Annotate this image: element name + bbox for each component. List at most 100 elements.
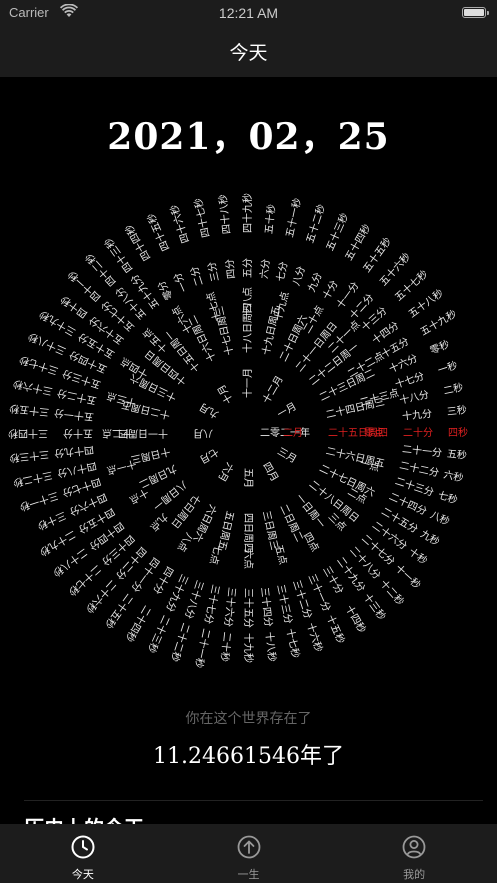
ring-day-label: 九日周二 xyxy=(137,462,178,490)
ring-second-label: 十八秒 xyxy=(263,631,279,662)
ring-minute-label: 二十二分 xyxy=(398,458,440,479)
ring-month-label: 七月 xyxy=(197,445,220,465)
ring-minute-label: 四十五分 xyxy=(76,505,117,536)
ring-second-label: 三十七秒 xyxy=(18,353,60,378)
ring-month-label: 四月 xyxy=(260,460,280,483)
ring-day-label: 十七日周三 xyxy=(212,305,236,357)
ring-minute-label: 九分 xyxy=(306,271,325,294)
ring-minute-label: 四十七分 xyxy=(61,475,103,500)
ring-month-label: 五月 xyxy=(242,468,254,488)
existence-value: 11.24661546年了 xyxy=(0,738,497,770)
ring-month-label: 十一月 xyxy=(241,368,254,398)
ring-hour-label: 十九点 xyxy=(271,290,291,322)
ring-day-label: 二十六日周五 xyxy=(325,444,386,470)
ring-day-label: 二十日周六 xyxy=(276,313,309,364)
ring-second-label: 三十一秒 xyxy=(18,489,60,514)
ring-day-label: 十三日周六 xyxy=(128,371,179,404)
ring-day-label: 七日周日 xyxy=(168,492,202,531)
ring-second-label: 五十三秒 xyxy=(323,211,351,253)
ring-day-label: 四日周四 xyxy=(242,513,254,553)
ring-minute-label: 二十六分 xyxy=(370,518,410,552)
ring-minute-label: 五十八分 xyxy=(112,284,148,322)
ring-month-label: 十二月 xyxy=(259,373,285,405)
ring-second-label: 五十四秒 xyxy=(342,222,373,263)
ring-minute-label: 二十分 xyxy=(403,426,433,439)
ring-hour-label: 十八点 xyxy=(241,287,254,317)
ring-second-label: 五十一秒 xyxy=(283,197,304,239)
ring-minute-label: 二十九分 xyxy=(334,554,368,594)
ring-second-label: 三十二秒 xyxy=(12,469,54,490)
ring-second-label: 二十五秒 xyxy=(102,591,136,631)
ring-minute-label: 八分 xyxy=(290,265,308,288)
ring-second-label: 十四秒 xyxy=(343,603,369,635)
ring-hour-label: 四点 xyxy=(301,530,321,553)
ring-second-label: 三十六秒 xyxy=(12,377,54,398)
ring-second-label: 五十九秒 xyxy=(418,307,459,338)
ring-second-label: 四十九秒 xyxy=(241,193,254,233)
status-bar: Carrier 12:21 AM xyxy=(0,0,497,26)
ring-hour-label: 六点 xyxy=(242,549,254,569)
ring-minute-label: 三十分 xyxy=(320,564,346,596)
ring-second-label: 十秒 xyxy=(406,545,430,567)
ring-minute-label: 十九分 xyxy=(401,407,432,423)
ring-hour-label: 十三点 xyxy=(105,389,137,409)
ring-second-label: 二秒 xyxy=(442,380,464,397)
ring-day-label: 三日周三 xyxy=(260,510,281,552)
ring-hour-label: 三点 xyxy=(326,511,349,534)
ring-second-label: 五秒 xyxy=(446,447,467,462)
ring-second-label: 二十八秒 xyxy=(50,546,90,580)
ring-second-label: 五十七秒 xyxy=(392,267,430,303)
ring-minute-label: 二十四分 xyxy=(387,490,429,518)
ring-hour-label: 五点 xyxy=(272,543,289,565)
ring-month-label: 八月 xyxy=(193,427,213,439)
ring-minute-label: 一分 xyxy=(171,271,190,294)
ring-second-label: 六秒 xyxy=(442,468,464,485)
ring-hour-label: 七点 xyxy=(207,543,224,565)
ring-second-label: 十一秒 xyxy=(393,562,424,592)
ring-second-label: 二十七秒 xyxy=(66,562,104,598)
ring-second-label: 十七秒 xyxy=(284,627,303,659)
ring-minute-label: 五十九分 xyxy=(128,272,162,312)
ring-day-label: 十八日周四 xyxy=(241,303,254,353)
ring-second-label: 五十二秒 xyxy=(303,203,328,245)
tab-lifetime-label: 一生 xyxy=(237,868,260,881)
ring-day-label: 十日周三 xyxy=(130,445,172,467)
ring-second-label: 三十九秒 xyxy=(37,308,78,339)
ring-minute-label: 四十六分 xyxy=(67,491,109,519)
ring-minute-label: 五十二分 xyxy=(56,387,98,408)
ring-day-label: 六日周六 xyxy=(191,502,219,543)
ring-day-label: 二十四日周三 xyxy=(324,395,385,421)
ring-minute-label: 十分 xyxy=(319,278,340,302)
ring-day-label: 二十二日周一 xyxy=(306,340,361,388)
ring-minute-label: 二十七分 xyxy=(359,532,397,568)
ring-day-label: 十二日周五 xyxy=(120,398,172,422)
ring-second-label: 十二秒 xyxy=(377,577,407,608)
ring-second-label: 九秒 xyxy=(418,527,442,548)
ring-month-label: 九月 xyxy=(197,400,220,420)
tab-lifetime[interactable]: 一生 xyxy=(166,824,332,883)
existence-label: 你在这个世界存在了 xyxy=(185,711,312,727)
tab-mine[interactable]: 我的 xyxy=(331,824,497,883)
ring-hour-label: 九点 xyxy=(148,511,171,534)
ring-minute-label: 三分 xyxy=(206,261,222,283)
ring-second-label: 四十六秒 xyxy=(167,203,192,245)
tab-today[interactable]: 今天 xyxy=(0,824,166,883)
ring-hour-label: 十七点 xyxy=(203,290,223,322)
battery-icon xyxy=(462,7,489,18)
ring-second-label: 二十六秒 xyxy=(83,578,119,616)
user-circle-icon xyxy=(402,835,426,859)
ring-minute-label: 二十三分 xyxy=(394,474,436,499)
ring-second-label: 四十七秒 xyxy=(191,197,212,239)
ring-day-label: 二十七日周六 xyxy=(317,461,377,499)
ring-minute-label: 三十七分 xyxy=(202,583,223,625)
ring-second-label: 五十秒 xyxy=(262,204,278,235)
ring-minute-label: 五十三分 xyxy=(60,367,102,392)
ring-second-label: 七秒 xyxy=(436,488,459,507)
ring-minute-label: 四十三分 xyxy=(99,532,137,568)
ring-minute-label: 四十二分 xyxy=(113,544,149,582)
ring-second-label: 二十四秒 xyxy=(123,603,154,644)
ring-hour-label: 十一点 xyxy=(105,457,137,477)
ring-hour-label: 十四点 xyxy=(118,355,150,381)
ring-day-label: 二日周二 xyxy=(277,502,305,543)
tab-mine-label: 我的 xyxy=(403,868,426,881)
